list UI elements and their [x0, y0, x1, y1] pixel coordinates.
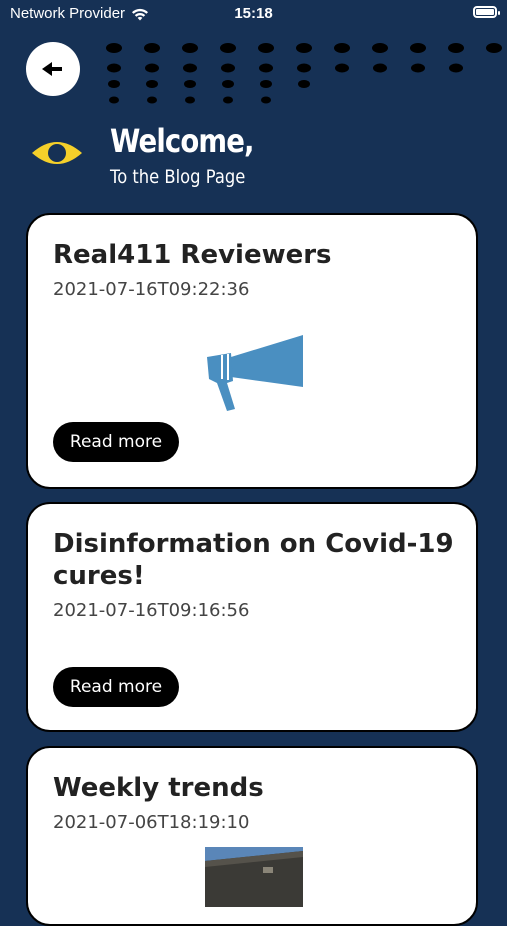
- eye-icon: [32, 142, 82, 164]
- card-title: Disinformation on Covid-19 cures!: [53, 529, 454, 591]
- status-bar: Network Provider 15:18: [0, 0, 507, 28]
- battery-icon: [473, 6, 500, 18]
- building-photo: [205, 847, 303, 907]
- card-title: Weekly trends: [53, 773, 264, 803]
- page-title: Welcome,: [110, 122, 254, 160]
- blog-card[interactable]: Real411 Reviewers 2021-07-16T09:22:36 Re…: [26, 213, 478, 489]
- back-arrow-icon: [42, 62, 62, 76]
- blog-card[interactable]: Weekly trends 2021-07-06T18:19:10: [26, 746, 478, 926]
- read-more-button[interactable]: Read more: [53, 422, 179, 462]
- card-date: 2021-07-06T18:19:10: [53, 812, 250, 833]
- page-subtitle: To the Blog Page: [110, 166, 246, 188]
- read-more-button[interactable]: Read more: [53, 667, 179, 707]
- megaphone-image: [207, 335, 303, 411]
- card-title: Real411 Reviewers: [53, 240, 332, 270]
- clock: 15:18: [234, 5, 273, 22]
- card-date: 2021-07-16T09:22:36: [53, 279, 250, 300]
- blog-card[interactable]: Disinformation on Covid-19 cures! 2021-0…: [26, 502, 478, 732]
- back-button[interactable]: [26, 42, 80, 96]
- card-date: 2021-07-16T09:16:56: [53, 600, 250, 621]
- dot-pattern-decoration: [70, 40, 507, 110]
